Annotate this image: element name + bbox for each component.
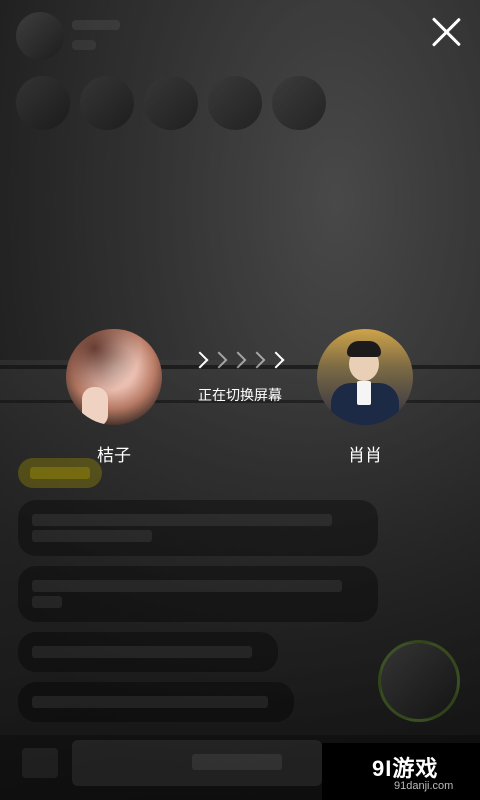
avatar-hair xyxy=(66,329,162,425)
right-user-name: 肖肖 xyxy=(348,446,382,465)
switch-progress-arrows xyxy=(190,351,290,375)
close-icon[interactable] xyxy=(430,16,462,48)
watermark-logo: 9Ɩ游戏 xyxy=(372,756,439,781)
chevron-right-icon xyxy=(270,351,284,371)
left-user-name: 桔子 xyxy=(97,446,131,465)
chevron-right-icon xyxy=(213,351,227,371)
watermark-url: 91danji.com xyxy=(394,780,454,792)
chevron-right-icon xyxy=(251,351,265,371)
screen-switch-panel: 桔子 正在切换屏幕 肖肖 xyxy=(0,325,480,475)
avatar-hair xyxy=(347,341,381,357)
chevron-right-icon xyxy=(232,351,246,371)
avatar-cup xyxy=(357,381,371,405)
right-user-avatar[interactable] xyxy=(317,329,413,425)
avatar-hand xyxy=(82,387,108,425)
chevron-right-icon xyxy=(194,351,208,371)
site-watermark: 9Ɩ游戏 91danji.com xyxy=(322,743,480,800)
left-user-avatar[interactable] xyxy=(66,329,162,425)
switch-status-text: 正在切换屏幕 xyxy=(198,387,282,403)
